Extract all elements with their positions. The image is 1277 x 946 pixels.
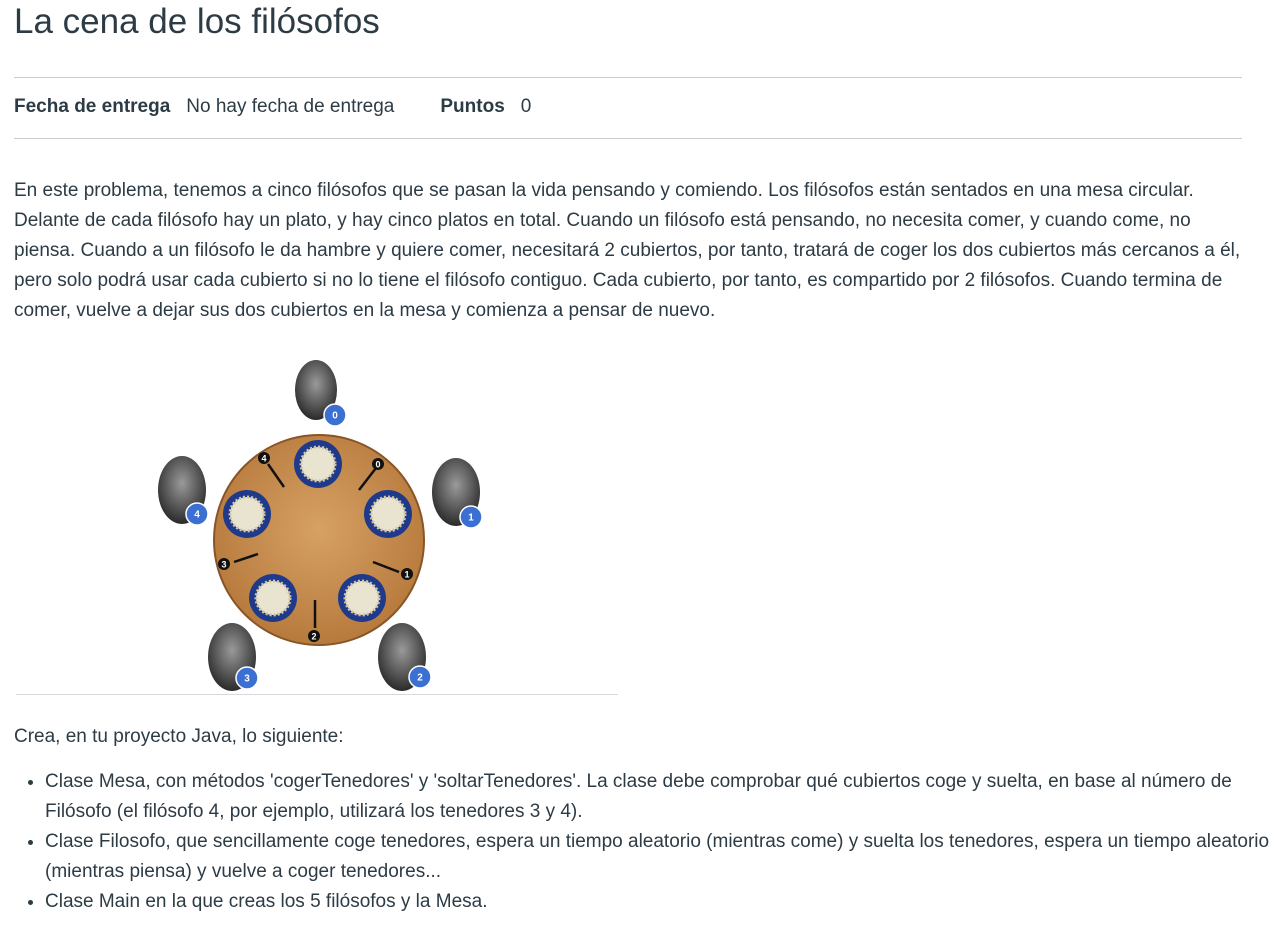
list-item: Clase Filosofo, que sencillamente coge t… [45, 827, 1277, 887]
plate [223, 490, 271, 538]
assignment-page: La cena de los filósofos Fecha de entreg… [0, 0, 1277, 946]
points-label: Puntos [440, 96, 505, 117]
svg-text:2: 2 [311, 632, 316, 642]
philosopher: 3 [208, 623, 259, 691]
points-value: 0 [520, 96, 532, 117]
philosopher: 2 [378, 623, 432, 691]
due-date-value: No hay fecha de entrega [186, 96, 395, 117]
plate [338, 574, 386, 622]
philosopher: 0 [295, 360, 347, 427]
figure-divider [16, 694, 618, 695]
page-title: La cena de los filósofos [14, 2, 380, 41]
list-item: Clase Main en la que creas los 5 filósof… [45, 887, 1277, 917]
svg-text:3: 3 [221, 560, 226, 570]
philosopher: 1 [432, 458, 483, 529]
divider-bottom [14, 138, 1242, 139]
svg-text:1: 1 [404, 570, 409, 580]
assignment-details: Fecha de entrega No hay fecha de entrega… [14, 95, 531, 119]
svg-text:3: 3 [244, 674, 250, 685]
svg-text:2: 2 [417, 673, 423, 684]
plate [294, 440, 342, 488]
svg-text:4: 4 [194, 510, 200, 521]
plate [364, 490, 412, 538]
svg-text:4: 4 [261, 454, 266, 464]
plate [249, 574, 297, 622]
svg-text:1: 1 [468, 513, 474, 524]
instructions-intro: Crea, en tu proyecto Java, lo siguiente: [14, 726, 344, 747]
svg-text:0: 0 [332, 411, 338, 422]
dining-philosophers-illustration: 0 1 2 3 4 0 1 2 3 4 [158, 360, 483, 691]
list-item: Clase Mesa, con métodos 'cogerTenedores'… [45, 767, 1277, 827]
due-date-label: Fecha de entrega [14, 96, 171, 117]
philosopher: 4 [158, 456, 209, 526]
problem-description: En este problema, tenemos a cinco filóso… [14, 180, 1241, 321]
task-list: Clase Mesa, con métodos 'cogerTenedores'… [14, 767, 1277, 917]
divider-top [14, 77, 1242, 78]
svg-text:0: 0 [375, 460, 380, 470]
